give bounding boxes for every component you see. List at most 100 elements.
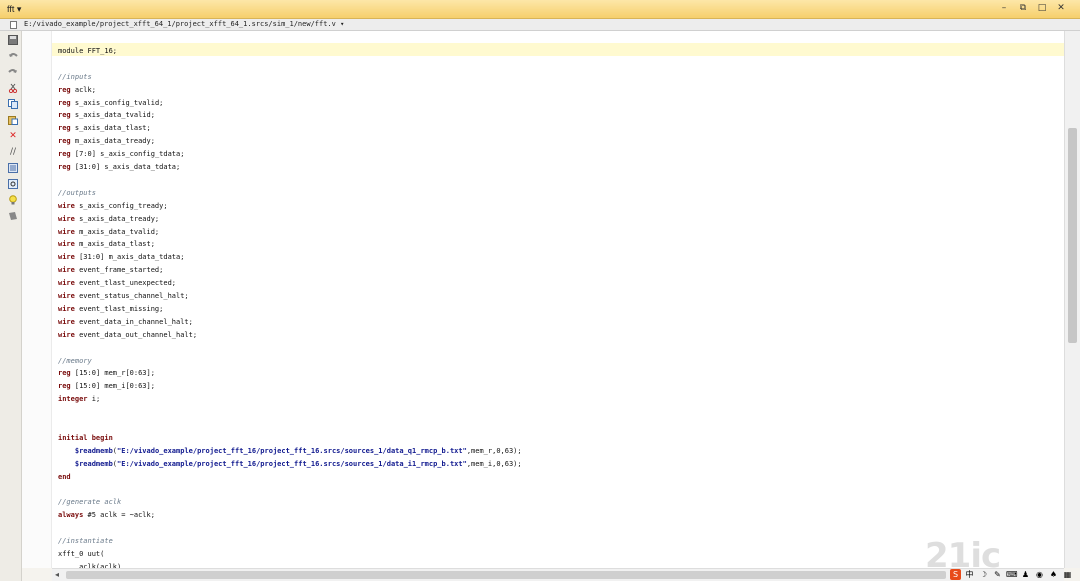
code-line[interactable]: 46 [52, 342, 1064, 355]
code-editor[interactable]: 2223module FFT_16;2425//inputs26reg aclk… [52, 31, 1064, 568]
code-line[interactable]: 52 [52, 419, 1064, 432]
code-line[interactable]: 36wire s_axis_data_tready; [52, 213, 1064, 226]
code-text: wire event_tlast_unexpected; [58, 279, 177, 288]
code-line[interactable]: 60 [52, 522, 1064, 535]
horizontal-scrollbar[interactable]: ◂ [52, 568, 1064, 581]
code-text: wire m_axis_data_tvalid; [58, 227, 160, 236]
code-line[interactable]: 29reg s_axis_data_tlast; [52, 122, 1064, 135]
save-icon[interactable] [8, 35, 18, 46]
code-text: //instantiate [58, 537, 113, 546]
code-line[interactable]: 28reg s_axis_data_tvalid; [52, 109, 1064, 122]
code-line[interactable]: 44wire event_data_in_channel_halt; [52, 316, 1064, 329]
redo-icon[interactable] [8, 67, 18, 78]
code-text: wire [31:0] m_axis_data_tdata; [58, 253, 185, 262]
code-line[interactable]: 25//inputs [52, 71, 1064, 84]
lightbulb-icon[interactable] [8, 195, 18, 206]
code-line[interactable]: 59always #5 aclk = ~aclk; [52, 509, 1064, 522]
minimize-button[interactable]: – [999, 3, 1009, 13]
code-line[interactable]: 41wire event_tlast_unexpected; [52, 277, 1064, 290]
editor-title-bar: fft ▾ – ⧉ □ ✕ [0, 0, 1080, 19]
code-line[interactable]: 48reg [15:0] mem_r[0:63]; [52, 367, 1064, 380]
tab-menu-icon[interactable]: ▾ [17, 4, 22, 14]
vertical-scrollbar[interactable] [1064, 31, 1080, 568]
code-line[interactable]: 31reg [7:0] s_axis_config_tdata; [52, 148, 1064, 161]
code-line[interactable]: 39wire [31:0] m_axis_data_tdata; [52, 251, 1064, 264]
code-line[interactable]: 45wire event_data_out_channel_halt; [52, 329, 1064, 342]
close-button[interactable]: ✕ [1056, 3, 1066, 13]
moon-icon[interactable]: ☽ [978, 569, 989, 580]
find-icon[interactable] [8, 179, 18, 190]
code-text: //outputs [58, 188, 96, 197]
comment-icon[interactable]: // [8, 147, 18, 158]
line-number-gutter[interactable] [22, 31, 52, 568]
delete-icon[interactable]: ✕ [8, 131, 18, 142]
code-line[interactable]: 51 [52, 406, 1064, 419]
code-line[interactable]: 34//outputs [52, 187, 1064, 200]
window-controls: – ⧉ □ ✕ [999, 3, 1066, 13]
code-text: //memory [58, 356, 92, 365]
restore-button[interactable]: ⧉ [1018, 3, 1028, 13]
grid-icon[interactable]: ▦ [1062, 569, 1073, 580]
code-line[interactable]: 61//instantiate [52, 535, 1064, 548]
select-all-icon[interactable] [8, 163, 18, 174]
ime-logo-icon[interactable]: S [950, 568, 961, 580]
file-path[interactable]: E:/vivado_example/project_xfft_64_1/proj… [24, 20, 344, 28]
horizontal-scroll-thumb[interactable] [66, 571, 946, 579]
keyboard-icon[interactable]: ⌨ [1006, 569, 1018, 580]
code-text: wire event_frame_started; [58, 266, 164, 275]
code-line[interactable]: 56end [52, 471, 1064, 484]
code-line[interactable]: 33 [52, 174, 1064, 187]
code-line[interactable]: 50integer i; [52, 393, 1064, 406]
code-line[interactable]: 58//generate aclk [52, 496, 1064, 509]
code-line[interactable]: 26reg aclk; [52, 84, 1064, 97]
code-line[interactable]: 38wire m_axis_data_tlast; [52, 238, 1064, 251]
code-line[interactable]: 49reg [15:0] mem_i[0:63]; [52, 380, 1064, 393]
code-text: wire event_tlast_missing; [58, 304, 164, 313]
file-icon [10, 21, 17, 29]
code-line[interactable]: 35wire s_axis_config_tready; [52, 200, 1064, 213]
code-text: //generate aclk [58, 498, 122, 507]
maximize-button[interactable]: □ [1037, 3, 1047, 13]
network-icon[interactable]: ◉ [1034, 569, 1045, 580]
code-line[interactable]: 53initial begin [52, 432, 1064, 445]
path-menu-icon[interactable]: ▾ [340, 20, 344, 28]
code-text: $readmemb("E:/vivado_example/project_fft… [58, 446, 522, 455]
code-line[interactable]: 63 .aclk(aclk) [52, 561, 1064, 568]
pen-icon[interactable]: ✎ [992, 569, 1003, 580]
undo-icon[interactable] [8, 51, 18, 62]
file-tab[interactable]: fft ▾ [7, 4, 21, 15]
paste-icon[interactable] [8, 115, 18, 126]
shirt-icon[interactable]: ♠ [1048, 569, 1059, 580]
code-line[interactable]: 32reg [31:0] s_axis_data_tdata; [52, 161, 1064, 174]
user-icon[interactable]: ♟ [1020, 569, 1031, 580]
code-line[interactable]: 55 $readmemb("E:/vivado_example/project_… [52, 458, 1064, 471]
code-line[interactable]: 24 [52, 58, 1064, 71]
file-path-bar: E:/vivado_example/project_xfft_64_1/proj… [0, 19, 1080, 31]
editor-toolbar: ✕ // [0, 31, 22, 581]
code-line[interactable]: 23module FFT_16; [52, 45, 1064, 58]
code-line[interactable]: 30reg m_axis_data_tready; [52, 135, 1064, 148]
code-line[interactable]: 40wire event_frame_started; [52, 264, 1064, 277]
code-line[interactable]: 62xfft_0 uut( [52, 548, 1064, 561]
insert-template-icon[interactable] [8, 211, 18, 222]
code-text: $readmemb("E:/vivado_example/project_fft… [58, 459, 522, 468]
code-text: reg [7:0] s_axis_config_tdata; [58, 150, 185, 159]
cut-icon[interactable] [8, 83, 18, 94]
code-text: module FFT_16; [58, 46, 118, 55]
code-line[interactable]: 47//memory [52, 355, 1064, 368]
code-line[interactable]: 43wire event_tlast_missing; [52, 303, 1064, 316]
scroll-left-icon[interactable]: ◂ [55, 570, 59, 579]
ime-mode-icon[interactable]: 中 [964, 569, 975, 580]
code-line[interactable]: 27reg s_axis_config_tvalid; [52, 97, 1064, 110]
code-text: //inputs [58, 72, 92, 81]
code-line[interactable]: 22 [52, 32, 1064, 45]
code-text: xfft_0 uut( [58, 550, 105, 558]
code-text: wire event_status_channel_halt; [58, 292, 189, 300]
code-text: wire s_axis_config_tready; [58, 201, 168, 210]
code-line[interactable]: 54 $readmemb("E:/vivado_example/project_… [52, 445, 1064, 458]
code-line[interactable]: 42wire event_status_channel_halt; [52, 290, 1064, 303]
copy-icon[interactable] [8, 99, 18, 110]
code-line[interactable]: 37wire m_axis_data_tvalid; [52, 226, 1064, 239]
code-line[interactable]: 57 [52, 484, 1064, 497]
vertical-scroll-thumb[interactable] [1068, 128, 1077, 343]
